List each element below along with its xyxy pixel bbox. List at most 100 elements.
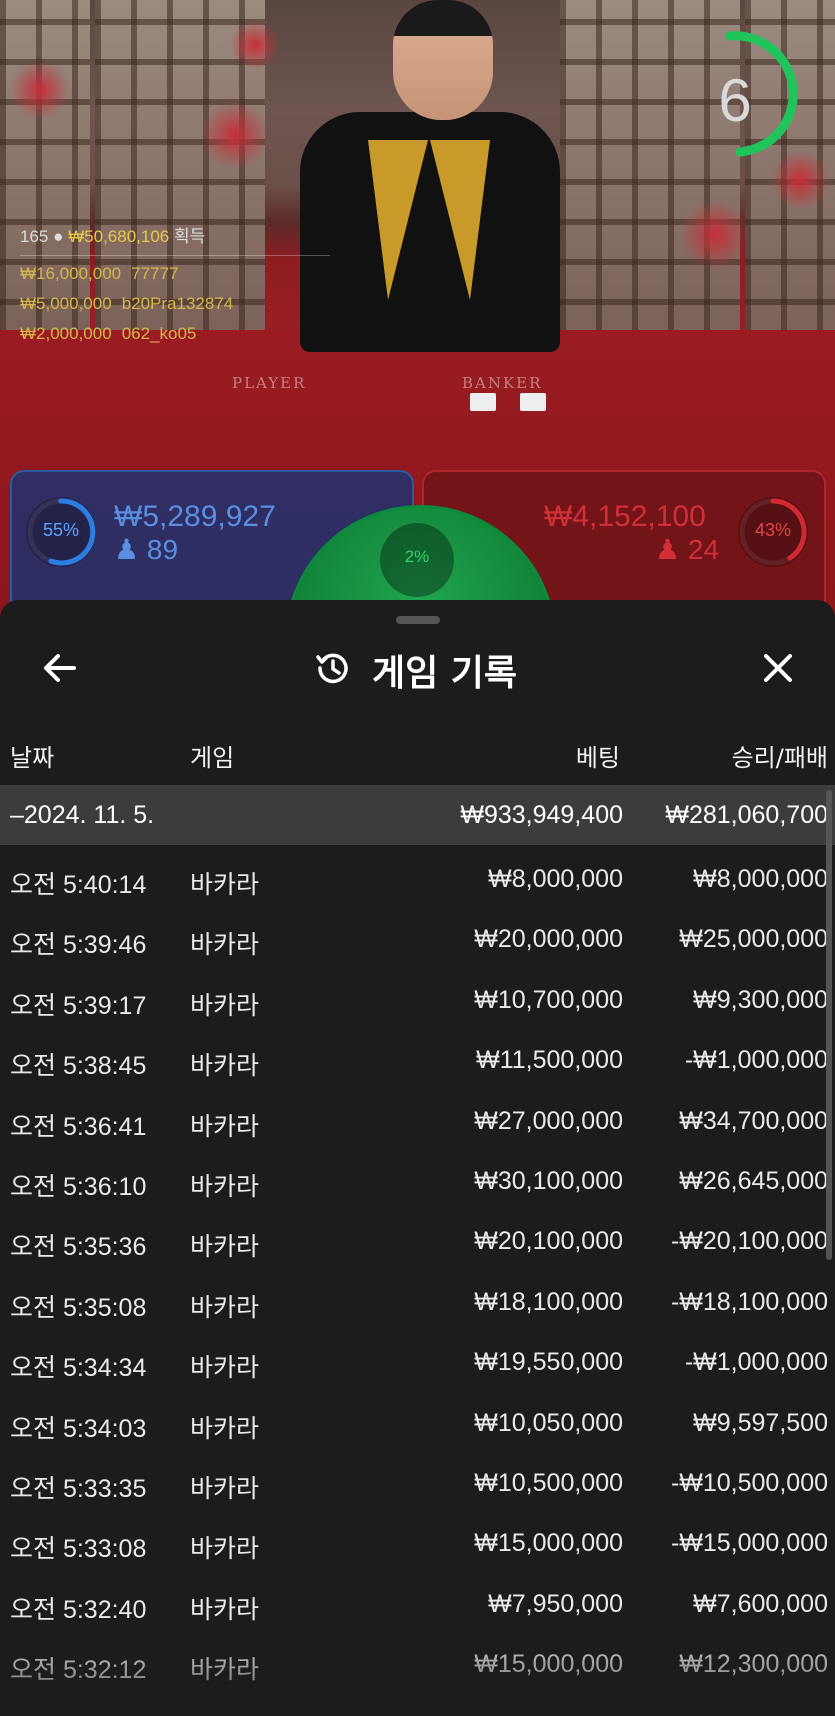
person-icon: ♟ bbox=[114, 534, 140, 565]
row-time: 오전 5:35:36 bbox=[10, 1233, 147, 1262]
winner-amount: ₩16,000,000 bbox=[20, 264, 122, 283]
row-bet: ₩15,000,000 bbox=[474, 1529, 623, 1558]
row-time: 오전 5:33:35 bbox=[10, 1475, 147, 1503]
row-game: 바카라 bbox=[190, 1354, 260, 1383]
person-icon: ● bbox=[53, 227, 64, 246]
row-result: -₩1,000,000 bbox=[684, 1046, 828, 1075]
row-game: 바카라 bbox=[190, 1173, 260, 1201]
row-result: -₩10,500,000 bbox=[670, 1469, 828, 1497]
row-game: 바카라 bbox=[190, 1233, 260, 1262]
row-bet: ₩11,500,000 bbox=[476, 1046, 623, 1075]
column-header-game: 게임 bbox=[190, 744, 235, 772]
player-area-label: PLAYER bbox=[232, 374, 307, 392]
row-time: 오전 5:34:03 bbox=[10, 1414, 147, 1443]
row-time: 오전 5:32:40 bbox=[10, 1595, 147, 1624]
scrollbar[interactable] bbox=[826, 790, 832, 1260]
row-bet: ₩20,000,000 bbox=[474, 925, 623, 954]
row-game: 바카라 bbox=[190, 931, 260, 960]
row-result: ₩7,600,000 bbox=[693, 1589, 828, 1618]
history-row[interactable]: 오전 5:36:10 바카라 ₩30,100,000 ₩26,645,000 bbox=[0, 1153, 835, 1213]
row-time: 오전 5:34:34 bbox=[10, 1354, 147, 1383]
row-time: 오전 5:39:17 bbox=[10, 991, 147, 1020]
winner-name: 77777 bbox=[131, 264, 179, 283]
history-row[interactable]: 오전 5:32:12 바카라 ₩15,000,000 ₩12,300,000 bbox=[0, 1636, 835, 1696]
banker-area-label: BANKER bbox=[462, 374, 543, 392]
row-game: 바카라 bbox=[190, 1595, 260, 1624]
player-percent-ring: 55% bbox=[26, 497, 96, 567]
person-icon: ♟ bbox=[655, 534, 681, 565]
row-result: -₩18,100,000 bbox=[670, 1287, 828, 1316]
row-bet: ₩10,700,000 bbox=[474, 985, 623, 1014]
banker-percent-ring: 43% bbox=[738, 497, 808, 567]
winner-row: ₩5,000,000 b20Pra132874 bbox=[20, 294, 233, 314]
winner-name: b20Pra132874 bbox=[121, 294, 234, 313]
banker-count-value: 24 bbox=[687, 534, 720, 565]
row-result: ₩8,000,000 bbox=[693, 865, 828, 893]
row-result: ₩25,000,000 bbox=[679, 925, 828, 954]
column-header-date: 날짜 bbox=[10, 744, 55, 772]
row-bet: ₩20,100,000 bbox=[474, 1227, 623, 1256]
history-row[interactable]: 오전 5:33:35 바카라 ₩10,500,000 -₩10,500,000 bbox=[0, 1455, 835, 1515]
row-time: 오전 5:33:08 bbox=[10, 1535, 147, 1564]
summary-bet-total: ₩933,949,400 bbox=[460, 801, 623, 829]
winners-suffix: 획득 bbox=[174, 227, 206, 246]
sheet-drag-handle[interactable] bbox=[396, 616, 440, 624]
countdown-timer-value: 6 bbox=[718, 67, 752, 134]
sheet-title: 게임 기록 bbox=[372, 653, 518, 694]
summary-result-total: ₩281,060,700 bbox=[665, 801, 828, 829]
player-bettor-count: ♟ 89 bbox=[114, 533, 178, 566]
history-row[interactable]: 오전 5:32:40 바카라 ₩7,950,000 ₩7,600,000 bbox=[0, 1576, 835, 1636]
column-header-result: 승리/패배 bbox=[731, 744, 828, 772]
history-row[interactable]: 오전 5:36:41 바카라 ₩27,000,000 ₩34,700,000 bbox=[0, 1093, 835, 1153]
row-time: 오전 5:40:14 bbox=[10, 871, 147, 899]
winner-row: ₩2,000,000 062_ko05 bbox=[20, 324, 196, 344]
close-icon[interactable] bbox=[756, 646, 800, 690]
row-bet: ₩15,000,000 bbox=[474, 1650, 623, 1679]
tie-percent: 2% bbox=[404, 547, 430, 566]
player-percent: 55% bbox=[42, 520, 80, 540]
banker-bettor-count: ♟ 24 bbox=[655, 533, 719, 566]
history-row[interactable]: 오전 5:34:34 바카라 ₩19,550,000 -₩1,000,000 bbox=[0, 1334, 835, 1394]
history-icon bbox=[316, 653, 348, 684]
row-bet: ₩10,500,000 bbox=[474, 1469, 623, 1497]
row-bet: ₩30,100,000 bbox=[474, 1167, 623, 1195]
row-bet: ₩18,100,000 bbox=[474, 1287, 623, 1316]
winners-summary: 165 ● ₩50,680,106 획득 bbox=[20, 222, 205, 247]
row-result: -₩15,000,000 bbox=[670, 1529, 828, 1558]
winners-total: ₩50,680,106 bbox=[68, 227, 170, 246]
row-bet: ₩27,000,000 bbox=[474, 1106, 623, 1135]
winner-amount: ₩2,000,000 bbox=[20, 324, 112, 343]
winner-name: 062_ko05 bbox=[121, 324, 197, 343]
history-row[interactable]: 오전 5:35:36 바카라 ₩20,100,000 -₩20,100,000 bbox=[0, 1213, 835, 1273]
row-game: 바카라 bbox=[190, 1414, 260, 1443]
history-row[interactable]: 오전 5:39:17 바카라 ₩10,700,000 ₩9,300,000 bbox=[0, 972, 835, 1032]
history-row[interactable]: 오전 5:34:03 바카라 ₩10,050,000 ₩9,597,500 bbox=[0, 1395, 835, 1455]
banker-percent: 43% bbox=[754, 520, 792, 540]
winner-amount: ₩5,000,000 bbox=[20, 294, 112, 313]
row-time: 오전 5:32:12 bbox=[10, 1656, 147, 1685]
history-row[interactable]: 오전 5:33:08 바카라 ₩15,000,000 -₩15,000,000 bbox=[0, 1515, 835, 1575]
row-time: 오전 5:36:41 bbox=[10, 1112, 147, 1141]
row-game: 바카라 bbox=[190, 1293, 260, 1322]
row-result: -₩20,100,000 bbox=[670, 1227, 828, 1256]
row-game: 바카라 bbox=[190, 1052, 260, 1081]
row-game: 바카라 bbox=[190, 991, 260, 1020]
winners-count: 165 bbox=[20, 227, 49, 246]
banker-bet-amount: ₩4,152,100 bbox=[544, 500, 706, 533]
row-bet: ₩8,000,000 bbox=[488, 865, 623, 893]
summary-date: –2024. 11. 5. bbox=[10, 801, 155, 829]
row-bet: ₩7,950,000 bbox=[488, 1589, 623, 1618]
history-row[interactable]: 오전 5:38:45 바카라 ₩11,500,000 -₩1,000,000 bbox=[0, 1032, 835, 1092]
row-bet: ₩19,550,000 bbox=[474, 1348, 623, 1377]
history-row[interactable]: 오전 5:39:46 바카라 ₩20,000,000 ₩25,000,000 bbox=[0, 911, 835, 971]
row-time: 오전 5:39:46 bbox=[10, 931, 147, 960]
history-row[interactable]: 오전 5:40:14 바카라 ₩8,000,000 ₩8,000,000 bbox=[0, 851, 835, 911]
player-bet-amount: ₩5,289,927 bbox=[114, 500, 276, 533]
row-result: ₩26,645,000 bbox=[679, 1167, 828, 1195]
row-result: ₩9,597,500 bbox=[693, 1408, 828, 1437]
arrow-left-icon[interactable] bbox=[38, 646, 82, 690]
history-row[interactable]: 오전 5:35:08 바카라 ₩18,100,000 -₩18,100,000 bbox=[0, 1274, 835, 1334]
row-time: 오전 5:36:10 bbox=[10, 1173, 147, 1201]
row-result: ₩12,300,000 bbox=[679, 1650, 828, 1679]
winner-row: ₩16,000,000 77777 bbox=[20, 264, 178, 284]
